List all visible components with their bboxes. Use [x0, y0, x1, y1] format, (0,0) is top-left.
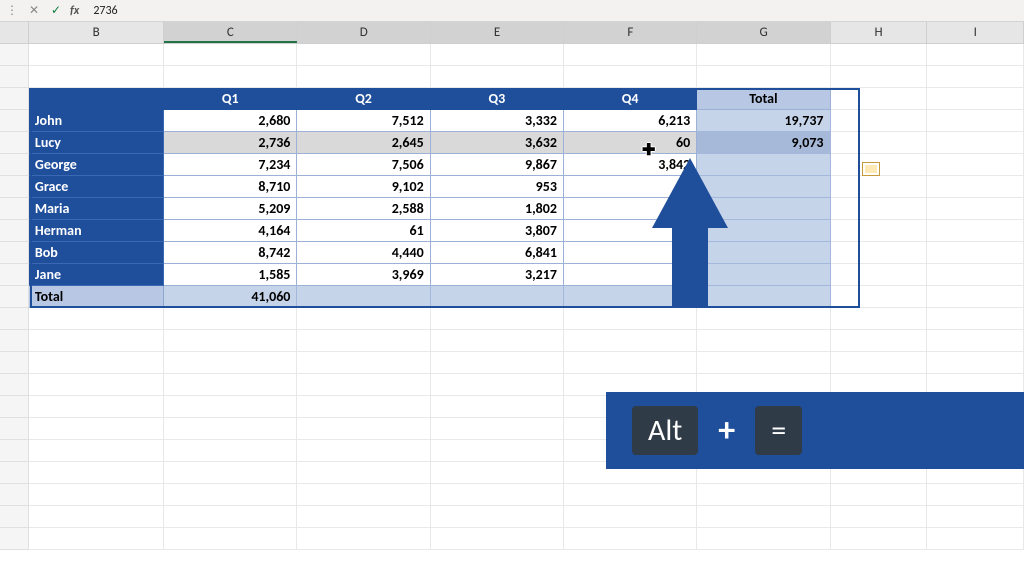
total-label[interactable]: Total	[29, 286, 164, 308]
total-cell[interactable]	[564, 286, 697, 308]
cell[interactable]: 7,234	[164, 154, 297, 176]
cell-total[interactable]	[697, 220, 830, 242]
cell[interactable]: 6,841	[431, 242, 564, 264]
cell-total[interactable]	[697, 264, 830, 286]
cell[interactable]: 8,710	[164, 176, 297, 198]
cell[interactable]: 2,736	[164, 132, 297, 154]
cell[interactable]: 3,217	[431, 264, 564, 286]
cell[interactable]: 2,645	[297, 132, 430, 154]
cell[interactable]: 7,512	[297, 110, 430, 132]
total-cell[interactable]: 41,060	[164, 286, 297, 308]
column-headers: B C D E F G H I	[0, 22, 1024, 44]
total-cell[interactable]	[697, 286, 830, 308]
cell[interactable]: 9,867	[431, 154, 564, 176]
row-label[interactable]: John	[29, 110, 164, 132]
cell-total[interactable]: 19,737	[697, 110, 830, 132]
spreadsheet-grid[interactable]: Q1 Q2 Q3 Q4 Total John 2,680 7,512 3,332…	[0, 44, 1024, 550]
cell[interactable]: 3,332	[431, 110, 564, 132]
col-header-F[interactable]: F	[564, 22, 697, 43]
fx-label[interactable]: fx	[70, 4, 79, 18]
formula-bar-value[interactable]: 2736	[93, 4, 117, 18]
confirm-icon[interactable]: ✓	[48, 3, 64, 18]
formula-bar[interactable]: ⋮ ✕ ✓ fx 2736	[0, 0, 1024, 22]
cell[interactable]: 3,807	[431, 220, 564, 242]
cell[interactable]: 5,209	[164, 198, 297, 220]
col-header-C[interactable]: C	[164, 22, 297, 43]
cell[interactable]: 1,585	[164, 264, 297, 286]
header-q1[interactable]: Q1	[164, 88, 297, 110]
table-row: Herman 4,164 61 3,807 2,8	[0, 220, 1024, 242]
total-cell[interactable]	[297, 286, 430, 308]
cell[interactable]: 3,632	[431, 132, 564, 154]
table-row: Grace 8,710 9,102 953 8,	[0, 176, 1024, 198]
dropdown-icon[interactable]: ⋮	[4, 3, 20, 18]
col-header-G[interactable]: G	[697, 22, 830, 43]
plus-icon: +	[718, 410, 735, 451]
table-row: John 2,680 7,512 3,332 6,213 19,737	[0, 110, 1024, 132]
cell[interactable]: 9,102	[297, 176, 430, 198]
cell[interactable]: 953	[431, 176, 564, 198]
col-header-H[interactable]: H	[831, 22, 928, 43]
row-label[interactable]: Herman	[29, 220, 164, 242]
select-all-corner[interactable]	[0, 22, 29, 43]
header-q2[interactable]: Q2	[297, 88, 430, 110]
table-row: Jane 1,585 3,969 3,217 1,5	[0, 264, 1024, 286]
header-total[interactable]: Total	[697, 88, 830, 110]
cell[interactable]: 2,8	[564, 220, 697, 242]
cell[interactable]: 7,506	[297, 154, 430, 176]
row-label[interactable]: George	[29, 154, 164, 176]
col-header-D[interactable]: D	[298, 22, 431, 43]
col-header-E[interactable]: E	[431, 22, 564, 43]
row-label[interactable]: Lucy	[29, 132, 164, 154]
cell[interactable]: 6,213	[564, 110, 697, 132]
table-row-selected: Lucy 2,736 2,645 3,632 60 9,073	[0, 132, 1024, 154]
cell-total[interactable]	[697, 242, 830, 264]
row-label[interactable]: Grace	[29, 176, 164, 198]
cell[interactable]: 6,9	[564, 198, 697, 220]
row-label[interactable]: Maria	[29, 198, 164, 220]
cell[interactable]: 8,742	[164, 242, 297, 264]
cell[interactable]: 4,164	[164, 220, 297, 242]
table-header-row: Q1 Q2 Q3 Q4 Total	[0, 88, 1024, 110]
cell[interactable]: 2,588	[297, 198, 430, 220]
cell-total[interactable]	[697, 154, 830, 176]
cell[interactable]: 1,5	[564, 264, 697, 286]
cell-total[interactable]	[697, 176, 830, 198]
key-equals: =	[755, 406, 802, 455]
col-header-I[interactable]: I	[927, 22, 1024, 43]
cell[interactable]: 1,1	[564, 242, 697, 264]
key-alt: Alt	[632, 406, 698, 455]
cell[interactable]: 4,440	[297, 242, 430, 264]
cell[interactable]: 1,802	[431, 198, 564, 220]
cell-total[interactable]	[697, 198, 830, 220]
cell[interactable]: 3,969	[297, 264, 430, 286]
col-header-B[interactable]: B	[29, 22, 164, 43]
cancel-icon[interactable]: ✕	[26, 3, 42, 18]
table-corner[interactable]	[29, 88, 164, 110]
row-label[interactable]: Jane	[29, 264, 164, 286]
total-cell[interactable]	[431, 286, 564, 308]
table-row: Maria 5,209 2,588 1,802 6,9	[0, 198, 1024, 220]
cell-total[interactable]: 9,073	[697, 132, 830, 154]
row-label[interactable]: Bob	[29, 242, 164, 264]
header-q3[interactable]: Q3	[431, 88, 564, 110]
table-row: Bob 8,742 4,440 6,841 1,1	[0, 242, 1024, 264]
cell[interactable]: 8,	[564, 176, 697, 198]
cell[interactable]: 2,680	[164, 110, 297, 132]
shortcut-hint: Alt + =	[606, 392, 1024, 469]
cell[interactable]: 3,842	[564, 154, 697, 176]
smart-tag-icon[interactable]	[862, 162, 880, 176]
cell[interactable]: 60	[564, 132, 697, 154]
header-q4[interactable]: Q4	[564, 88, 697, 110]
table-total-row: Total 41,060	[0, 286, 1024, 308]
cell[interactable]: 61	[297, 220, 430, 242]
